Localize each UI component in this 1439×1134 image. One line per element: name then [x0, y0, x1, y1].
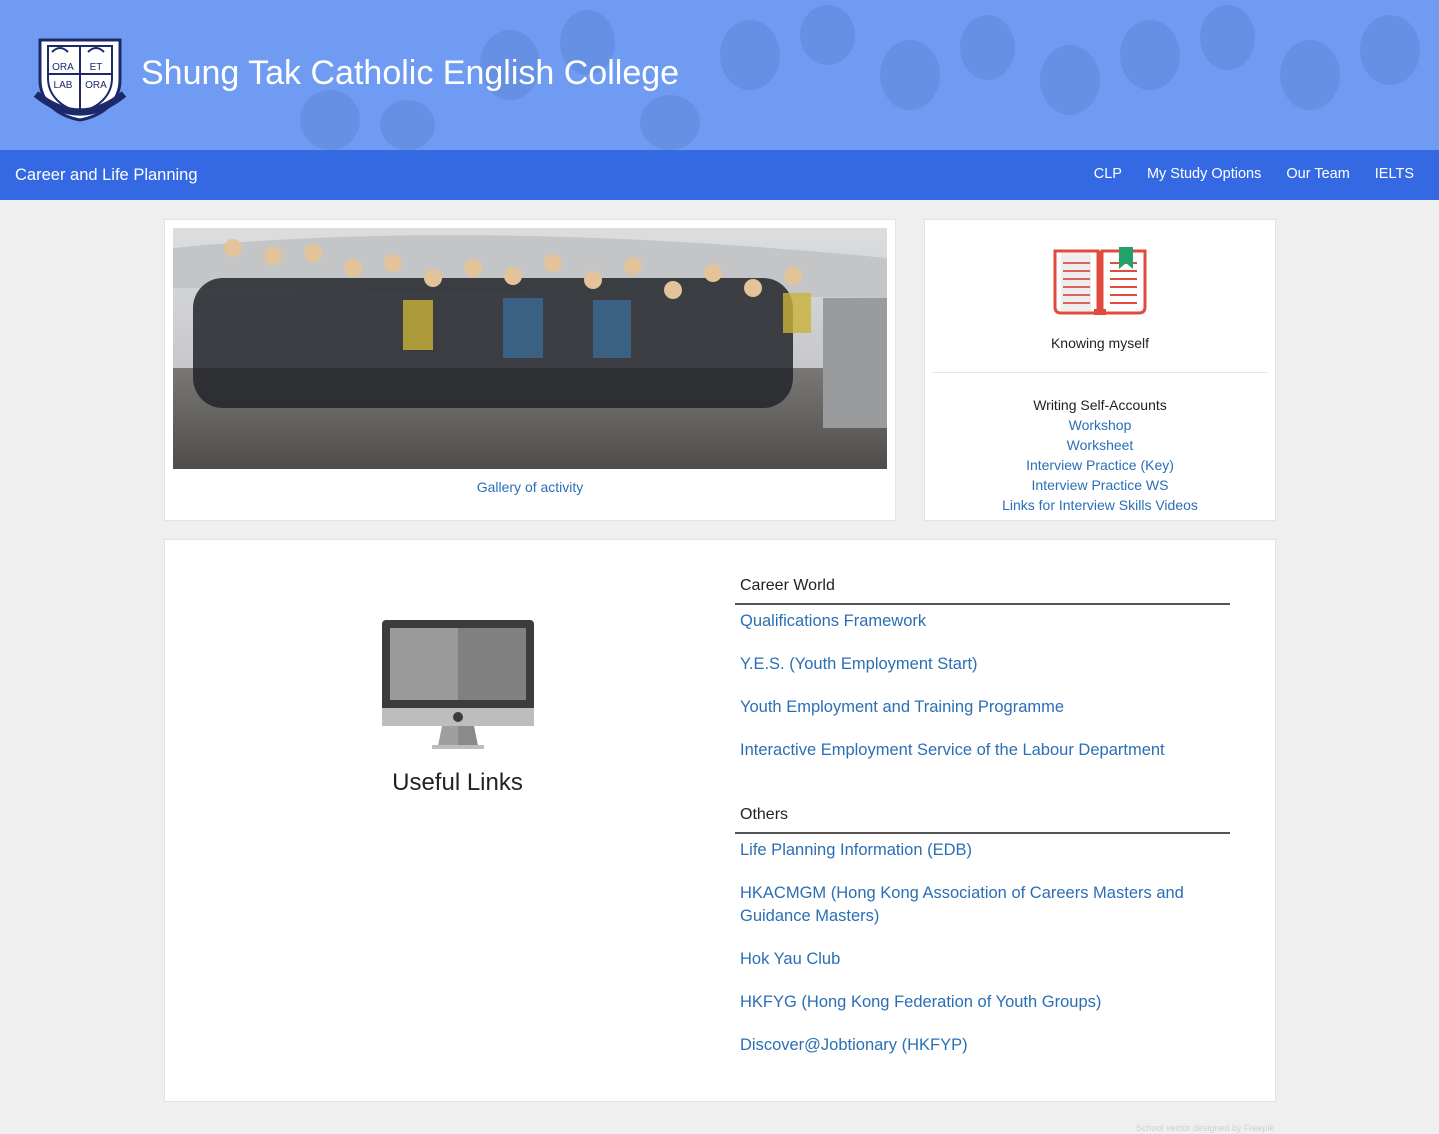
gallery-panel: Gallery of activity [164, 219, 896, 521]
svg-text:ET: ET [90, 62, 103, 73]
self-accounts-list: Writing Self-Accounts Workshop Worksheet… [925, 395, 1275, 515]
knowing-myself-panel: Knowing myself Writing Self-Accounts Wor… [924, 219, 1276, 521]
interview-skills-videos-link[interactable]: Links for Interview Skills Videos [1002, 497, 1198, 513]
header-banner: ORA ET LAB ORA Shung Tak Catholic Englis… [0, 0, 1439, 150]
footer-credit[interactable]: School vector designed by Freepik [1136, 1123, 1274, 1133]
interview-practice-ws-link[interactable]: Interview Practice WS [1032, 477, 1169, 493]
navbar-menu: CLP My Study Options Our Team IELTS [1094, 166, 1414, 182]
navbar-brand[interactable]: Career and Life Planning [15, 166, 198, 185]
jobtionary-link[interactable]: Discover@Jobtionary (HKFYP) [740, 1034, 1210, 1057]
yes-link[interactable]: Y.E.S. (Youth Employment Start) [740, 653, 1210, 676]
qualifications-framework-link[interactable]: Qualifications Framework [740, 610, 1210, 633]
svg-text:LAB: LAB [54, 80, 73, 91]
hok-yau-club-link[interactable]: Hok Yau Club [740, 948, 1210, 971]
workshop-link[interactable]: Workshop [1069, 417, 1132, 433]
career-world-heading: Career World [735, 577, 1230, 605]
nav-item-our-team[interactable]: Our Team [1286, 166, 1349, 182]
divider [933, 372, 1267, 373]
career-world-links: Qualifications Framework Y.E.S. (Youth E… [740, 610, 1210, 782]
nav-item-ielts[interactable]: IELTS [1375, 166, 1414, 182]
svg-text:ORA: ORA [52, 62, 74, 73]
interview-practice-key-link[interactable]: Interview Practice (Key) [1026, 457, 1174, 473]
main-navbar: Career and Life Planning CLP My Study Op… [0, 150, 1439, 200]
worksheet-link[interactable]: Worksheet [1067, 437, 1134, 453]
edb-life-planning-link[interactable]: Life Planning Information (EDB) [740, 839, 1210, 862]
hkacmgm-link[interactable]: HKACMGM (Hong Kong Association of Career… [740, 882, 1210, 928]
yetp-link[interactable]: Youth Employment and Training Programme [740, 696, 1210, 719]
open-book-icon [1053, 247, 1147, 315]
school-crest-icon: ORA ET LAB ORA [33, 38, 127, 122]
useful-links-title: Useful Links [392, 769, 523, 796]
useful-links-panel: Useful Links Career World Qualifications… [164, 539, 1276, 1102]
others-heading: Others [735, 806, 1230, 834]
nav-item-clp[interactable]: CLP [1094, 166, 1122, 182]
writing-self-accounts-heading: Writing Self-Accounts [1033, 397, 1167, 413]
desktop-monitor-icon [382, 620, 534, 749]
group-photo[interactable] [173, 228, 887, 469]
site-title[interactable]: Shung Tak Catholic English College [141, 54, 679, 93]
svg-text:ORA: ORA [85, 80, 107, 91]
knowing-myself-title: Knowing myself [1050, 335, 1150, 351]
hkfyg-link[interactable]: HKFYG (Hong Kong Federation of Youth Gro… [740, 991, 1210, 1014]
others-links: Life Planning Information (EDB) HKACMGM … [740, 839, 1210, 1077]
nav-item-my-study-options[interactable]: My Study Options [1147, 166, 1261, 182]
gallery-link[interactable]: Gallery of activity [165, 479, 895, 495]
labour-department-link[interactable]: Interactive Employment Service of the La… [740, 739, 1210, 762]
